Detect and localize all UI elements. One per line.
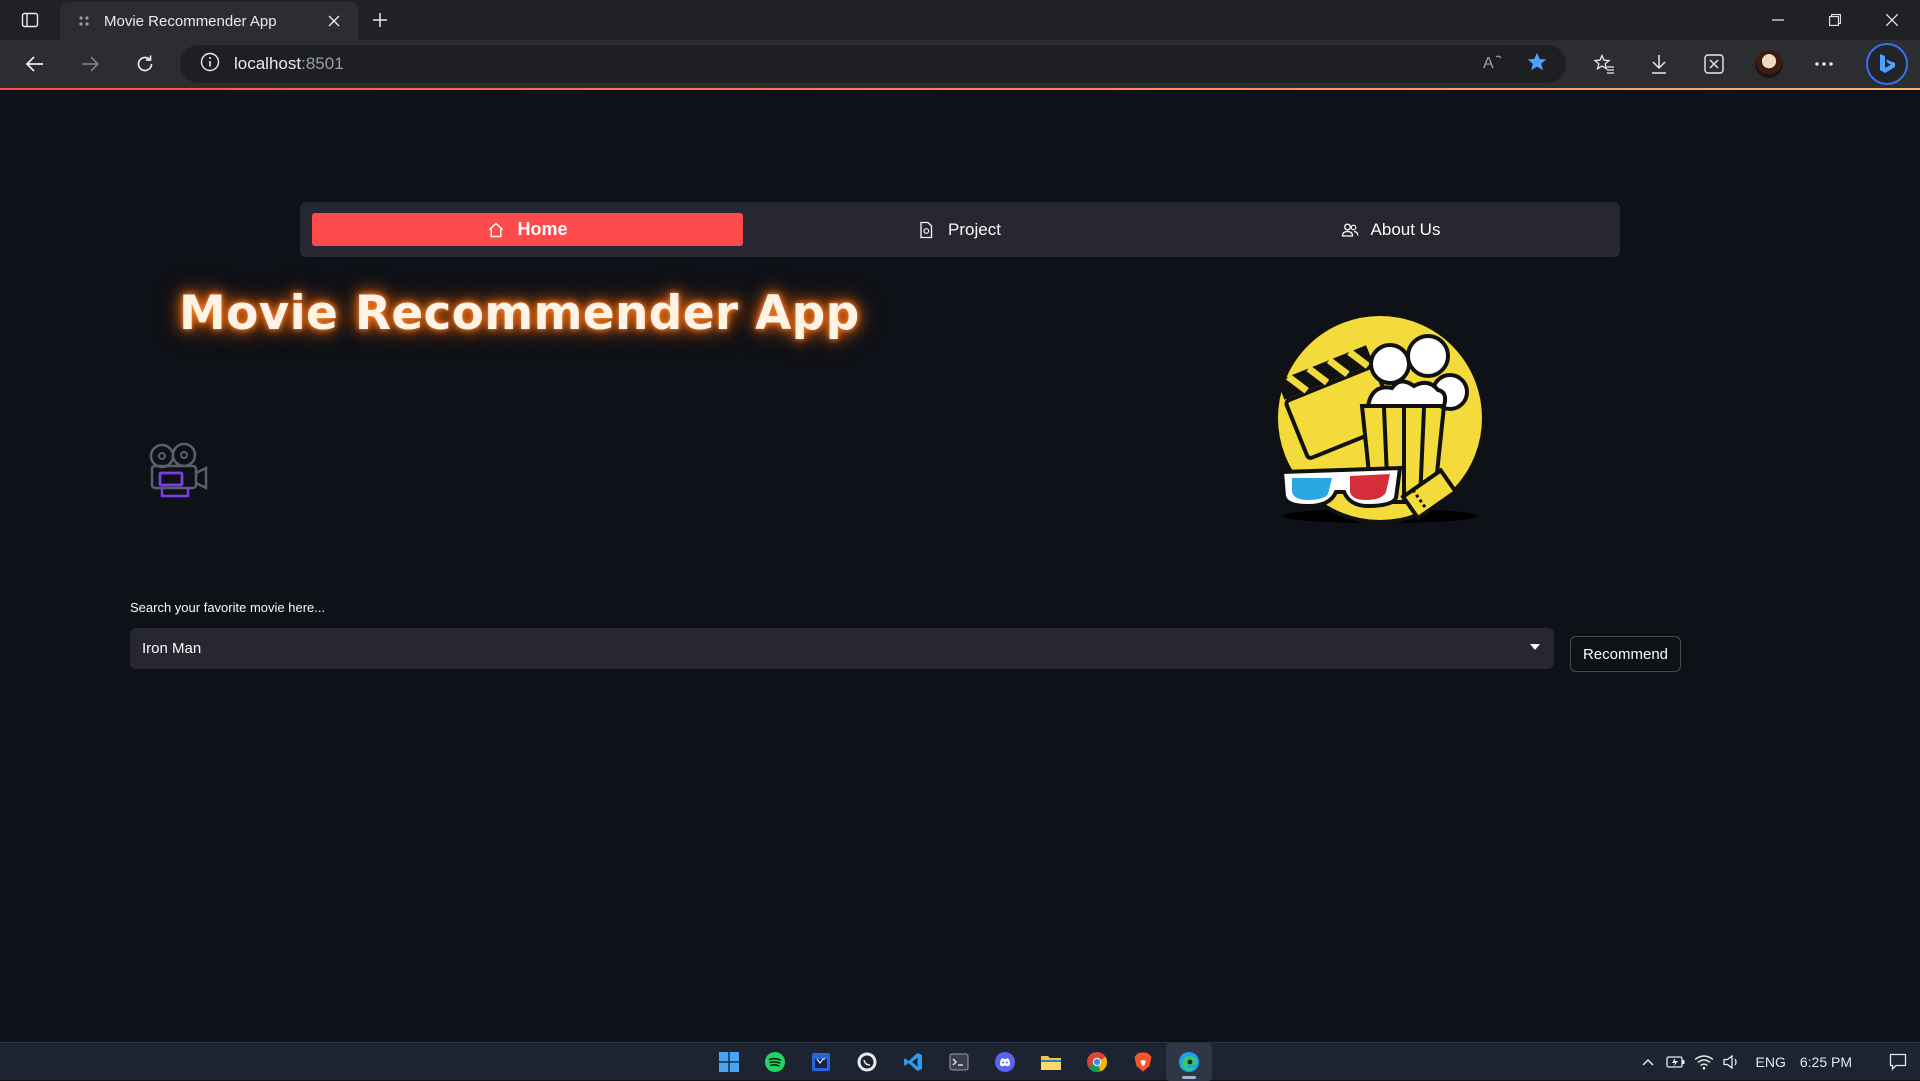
minimize-icon[interactable] xyxy=(1749,0,1806,40)
brave-icon[interactable] xyxy=(1120,1043,1166,1081)
url-text: localhost:8501 xyxy=(234,54,344,73)
back-arrow-icon[interactable] xyxy=(7,40,62,88)
whatsapp-icon[interactable] xyxy=(844,1043,890,1081)
streamlit-favicon-icon xyxy=(76,13,92,29)
speaker-icon[interactable] xyxy=(1718,1043,1746,1081)
nav-about-us[interactable]: About Us xyxy=(1175,213,1606,246)
nav-project-label: Project xyxy=(948,219,1001,239)
windows-start-icon[interactable] xyxy=(706,1043,752,1081)
new-tab-icon[interactable] xyxy=(358,0,402,40)
popcorn-3d-glasses-logo xyxy=(1268,312,1492,526)
close-window-icon[interactable] xyxy=(1863,0,1920,40)
more-menu-icon[interactable] xyxy=(1796,40,1851,88)
site-info-icon[interactable] xyxy=(200,52,220,77)
nav-about-us-label: About Us xyxy=(1370,219,1441,239)
search-label: Search your favorite movie here... xyxy=(130,600,326,615)
tab-actions-icon[interactable] xyxy=(0,0,60,40)
input-language[interactable]: ENG xyxy=(1756,1054,1786,1070)
math-solver-icon[interactable] xyxy=(1686,40,1741,88)
favorites-icon[interactable] xyxy=(1576,40,1631,88)
document-icon xyxy=(918,221,936,239)
notification-icon[interactable] xyxy=(1876,1043,1920,1081)
spotify-icon[interactable] xyxy=(752,1043,798,1081)
address-bar[interactable]: localhost:8501 A xyxy=(180,45,1566,83)
browser-tab-bar: Movie Recommender App xyxy=(0,0,1920,40)
read-aloud-icon[interactable]: A xyxy=(1482,52,1504,77)
page-title: Movie Recommender App xyxy=(179,286,860,341)
terminal-icon[interactable] xyxy=(936,1043,982,1081)
recommend-button[interactable]: Recommend xyxy=(1570,636,1681,672)
nav-project[interactable]: Project xyxy=(744,213,1175,246)
bing-copilot-icon[interactable] xyxy=(1866,43,1908,85)
downloads-icon[interactable] xyxy=(1631,40,1686,88)
browser-tab[interactable]: Movie Recommender App xyxy=(60,2,358,40)
wifi-icon[interactable] xyxy=(1690,1043,1718,1081)
forward-arrow-icon[interactable] xyxy=(62,40,117,88)
clock-time[interactable]: 6:25 PM xyxy=(1800,1054,1852,1070)
media-player-icon[interactable] xyxy=(798,1043,844,1081)
windows-taskbar: ENG 6:25 PM xyxy=(0,1042,1920,1081)
restore-icon[interactable] xyxy=(1806,0,1863,40)
discord-icon[interactable] xyxy=(982,1043,1028,1081)
browser-tools xyxy=(1576,40,1851,88)
vscode-icon[interactable] xyxy=(890,1043,936,1081)
chevron-down-icon[interactable] xyxy=(1530,644,1540,650)
favorite-star-icon[interactable] xyxy=(1526,51,1548,78)
file-explorer-icon[interactable] xyxy=(1028,1043,1074,1081)
browser-toolbar: localhost:8501 A xyxy=(0,40,1920,88)
people-icon xyxy=(1341,221,1359,239)
chevron-up-icon[interactable] xyxy=(1634,1043,1662,1081)
movie-select[interactable]: Iron Man xyxy=(130,628,1554,669)
option-menu: Home Project About Us xyxy=(300,202,1620,257)
loading-accent-line xyxy=(0,88,1920,90)
nav-home-label: Home xyxy=(517,219,568,239)
system-tray: ENG 6:25 PM xyxy=(1634,1043,1920,1081)
house-icon xyxy=(487,221,505,239)
refresh-icon[interactable] xyxy=(117,40,172,88)
chrome-icon[interactable] xyxy=(1074,1043,1120,1081)
edge-icon[interactable] xyxy=(1166,1043,1212,1081)
taskbar-apps xyxy=(706,1043,1212,1081)
svg-text:A: A xyxy=(1483,55,1494,72)
close-tab-icon[interactable] xyxy=(324,11,344,31)
selected-movie: Iron Man xyxy=(142,640,202,657)
tab-title: Movie Recommender App xyxy=(104,12,277,30)
nav-home[interactable]: Home xyxy=(312,213,743,246)
battery-charging-icon[interactable] xyxy=(1662,1043,1690,1081)
film-projector-icon xyxy=(146,440,210,500)
window-controls xyxy=(1749,0,1920,40)
profile-avatar[interactable] xyxy=(1741,40,1796,88)
